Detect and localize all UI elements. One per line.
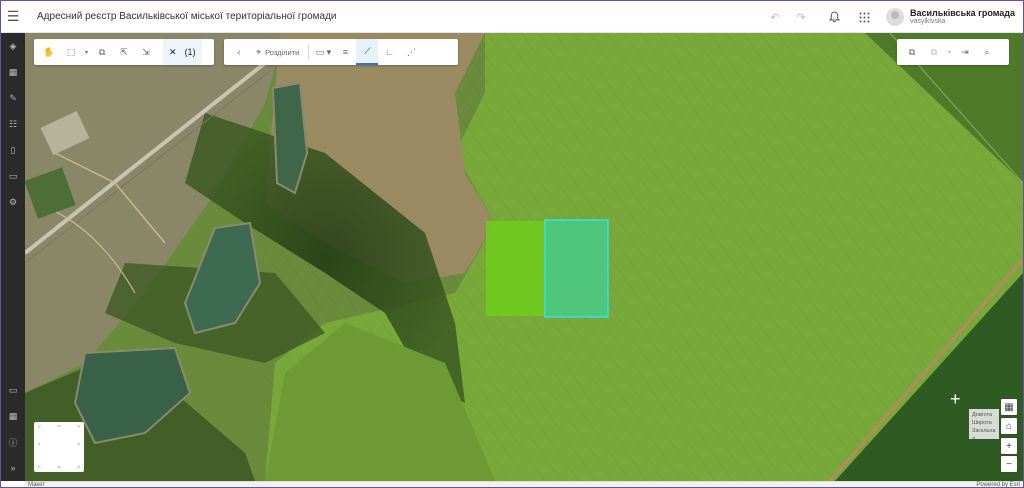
zoom-out-button[interactable]: − [1001,456,1017,472]
user-name: Васильківська громада [909,7,1015,18]
copy-icon[interactable]: ⧉ [901,39,923,65]
chevron-left-icon[interactable]: ‹ [228,39,250,65]
nav-s-icon[interactable]: ⌄ [56,462,62,470]
shape-rectangle-icon[interactable]: ▭ ▾ [312,39,334,65]
left-rail: ◈ ▦ ✎ ☷ ▯ ▭ ⚙ ▭ ▦ ⓘ » [1,33,25,481]
user-login: vasylkivska [909,18,946,26]
satellite-imagery [25,33,1023,481]
close-icon: ✕ [169,46,177,57]
map-view[interactable]: ✋ ⬚ ▾ ⧉ ⇱ ⇲ ✕ (1) ‹ ⌖ Розділити ▭ ▾ ≡ ⟋ … [25,33,1023,481]
bookmark-icon[interactable]: ▯ [1,137,25,163]
chevron-down-icon[interactable]: ▾ [82,39,91,65]
flip-icon[interactable]: ⇥ [954,39,976,65]
edit-toolbar: ‹ ⌖ Розділити ▭ ▾ ≡ ⟋ ∟ ⋰ [224,39,458,65]
list-icon[interactable]: ☷ [1,111,25,137]
top-header: ☰ Адресний реєстр Васильківської міської… [1,1,1023,33]
grid-icon[interactable]: ▦ [1,403,25,429]
table-icon[interactable]: ▦ [1,59,25,85]
redo-icon[interactable]: ↷ [788,1,814,33]
user-block[interactable]: Васильківська громада vasylkivska [910,8,1015,26]
nav-w-icon[interactable]: ‹ [38,441,40,448]
nav-nw-icon[interactable]: ⌜ [38,425,41,433]
attribution[interactable]: Powered by Esri [976,482,1020,487]
add-selection-icon[interactable]: ⇱ [113,39,135,65]
undo-icon[interactable]: ↶ [762,1,788,33]
app-title: Адресний реєстр Васильківської міської т… [37,11,337,22]
measure-icon[interactable]: ⋰ [400,39,422,65]
layers-icon[interactable]: ◈ [1,33,25,59]
info-icon[interactable]: ⓘ [1,429,25,455]
measure-tooltip: Довгота Широта Загальна д [969,409,999,439]
paste-icon[interactable]: ⧉ [923,39,945,65]
parcel-polygon-selected[interactable] [486,221,545,316]
rail-bottom: ▭ ▦ ⓘ » [1,377,25,481]
expand-icon[interactable]: » [1,455,25,481]
tooltip-longitude: Довгота [972,412,993,418]
bell-icon[interactable] [822,1,848,33]
header-actions: ↶ ↷ Васильківська громада vasylkivska [762,1,1015,33]
zoom-in-button[interactable]: + [1001,438,1017,454]
navigation-widget[interactable]: ⌜ ⌃ ⌝ ‹ › ⌞ ⌄ ⌟ [34,422,84,472]
nav-ne-icon[interactable]: ⌝ [77,425,80,433]
pan-icon[interactable]: ✋ [38,39,60,65]
selection-toolbar: ✋ ⬚ ▾ ⧉ ⇱ ⇲ ✕ (1) [34,39,214,65]
crosshair-icon: + [950,389,961,409]
clear-selection-button[interactable]: ✕ (1) [163,39,202,65]
nav-se-icon[interactable]: ⌟ [77,461,80,469]
select-layer-icon[interactable]: ⧉ [91,39,113,65]
app-window: ☰ Адресний реєстр Васильківської міської… [0,0,1024,488]
selection-count: (1) [184,47,196,57]
basemap-name: Макет [28,482,45,488]
nav-sw-icon[interactable]: ⌞ [38,461,41,469]
split-button[interactable]: ⌖ Розділити [250,39,305,65]
status-bar: Макет Powered by Esri [25,481,1023,488]
split-label: Розділити [265,47,300,57]
chevron-down-icon[interactable]: ▾ [945,39,954,65]
right-angle-icon[interactable]: ∟ [378,39,400,65]
app-grid-icon[interactable] [852,1,878,33]
home-icon[interactable]: ⌂ [1001,418,1017,434]
avatar[interactable] [885,8,904,26]
hamburger-icon[interactable]: ☰ [1,1,25,33]
settings-icon[interactable]: ⚙ [1,189,25,215]
folder-icon[interactable]: ▭ [1,163,25,189]
remove-selection-icon[interactable]: ⇲ [135,39,157,65]
line-tool-icon[interactable]: ⟋ [356,39,379,65]
nav-n-icon[interactable]: ⌃ [56,424,62,432]
map-tools-toolbar: ⧉ ⧉ ▾ ⇥ ⌕ [897,39,1009,65]
keyboard-icon[interactable]: ▭ [1,377,25,403]
align-icon[interactable]: ≡ [334,39,356,65]
parcel-polygon-split[interactable] [544,219,609,318]
select-rectangle-icon[interactable]: ⬚ [60,39,82,65]
edit-shapes-icon[interactable]: ✎ [1,85,25,111]
search-icon[interactable]: ⌕ [976,39,998,65]
divider [308,44,310,60]
tooltip-total: Загальна д [972,428,996,439]
tooltip-latitude: Широта [972,420,992,426]
nav-e-icon[interactable]: › [78,441,80,448]
basemap-gallery-icon[interactable]: ▦ [1001,399,1017,415]
split-icon: ⌖ [256,46,262,57]
